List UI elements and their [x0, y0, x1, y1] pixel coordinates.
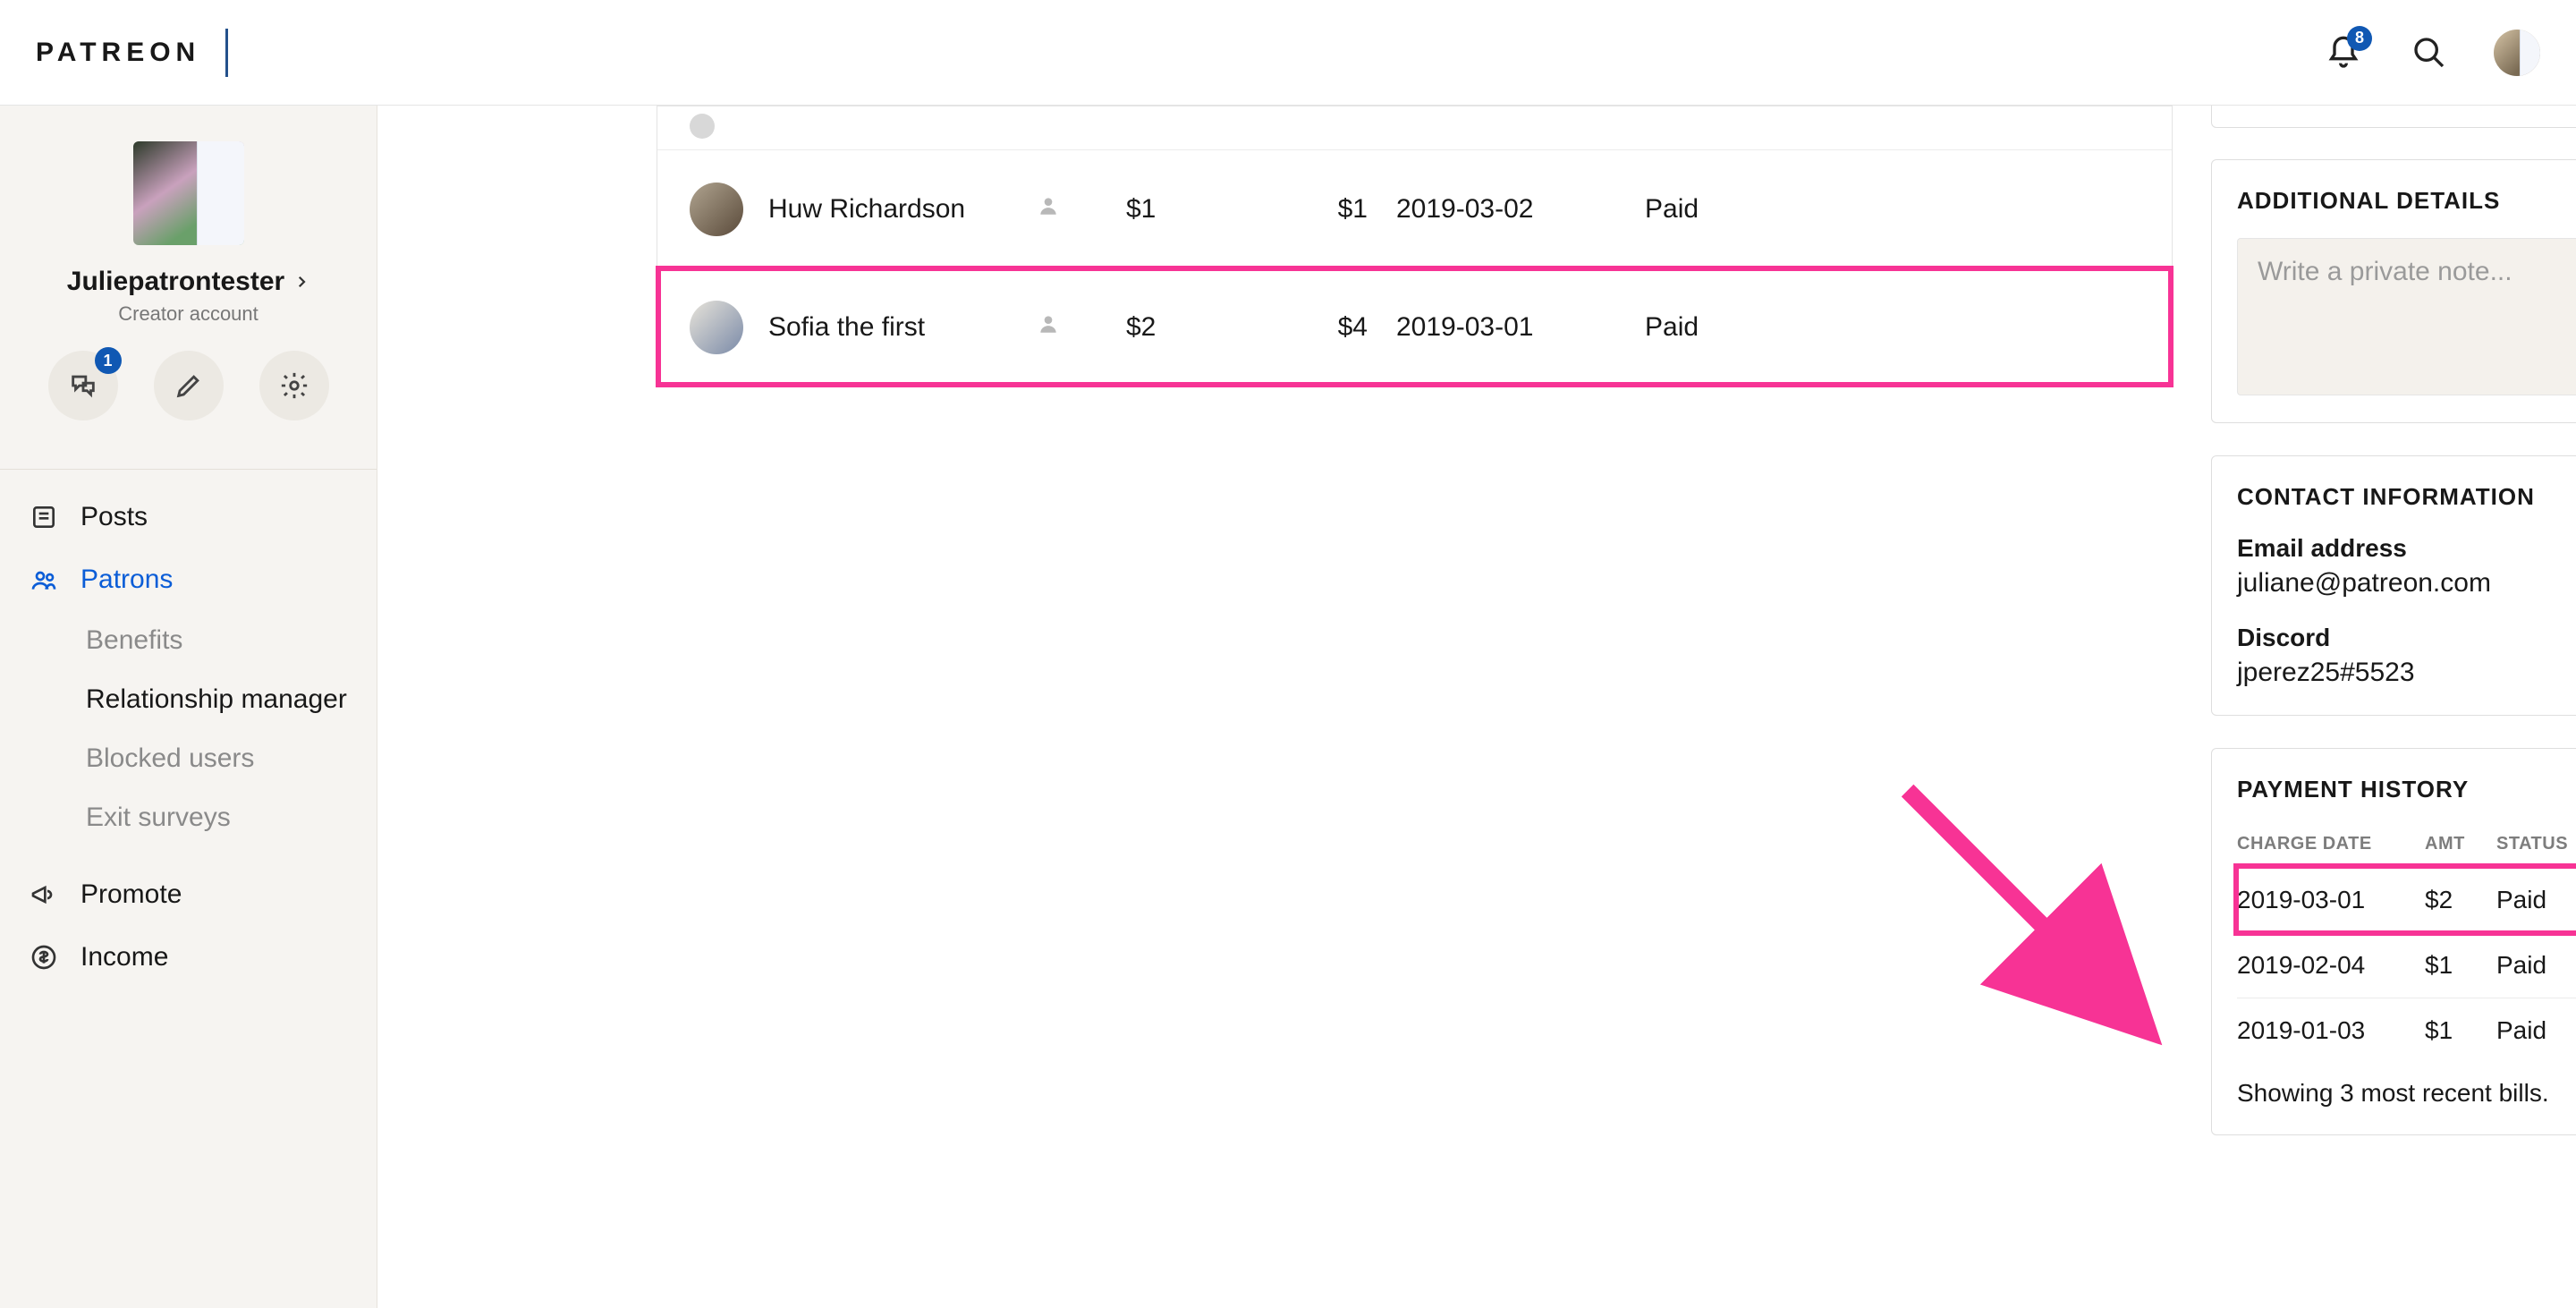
ph-date: 2019-03-01	[2237, 886, 2425, 914]
contact-discord-block: Discord COPY jperez25#5523	[2237, 624, 2576, 688]
patron-lifetime: $4	[1305, 312, 1368, 343]
payment-history-card: PAYMENT HISTORY CHARGE DATE AMT STATUS 2…	[2211, 748, 2576, 1135]
chevron-right-icon	[293, 274, 309, 290]
megaphone-icon	[29, 880, 59, 909]
profile-actions: 1	[48, 351, 329, 420]
details-panel: ADDITIONAL DETAILS Write a private note.…	[2211, 159, 2576, 1135]
settings-button[interactable]	[259, 351, 329, 420]
patron-table: Huw Richardson $1 $1 2019-03-02 Paid Sof…	[657, 106, 2173, 386]
edit-button[interactable]	[154, 351, 224, 420]
additional-details-title: ADDITIONAL DETAILS	[2237, 187, 2576, 215]
search-icon	[2411, 35, 2447, 71]
nav-exit-surveys[interactable]: Exit surveys	[0, 788, 377, 847]
patrons-icon	[29, 565, 59, 594]
private-note-input[interactable]: Write a private note...	[2237, 238, 2576, 395]
ph-amt: $2	[2425, 886, 2496, 914]
payment-history-footer: Showing 3 most recent bills.	[2237, 1063, 2576, 1108]
sidebar: Juliepatrontester Creator account 1 P	[0, 106, 377, 1308]
ph-status: Paid	[2496, 886, 2576, 914]
nav-promote-label: Promote	[80, 879, 182, 910]
nav-blocked-users[interactable]: Blocked users	[0, 729, 377, 788]
patron-name: Sofia the first	[768, 312, 1037, 343]
payment-row: 2019-03-01 $2 Paid REFUND	[2237, 867, 2576, 932]
brand[interactable]: PATREON	[36, 29, 228, 77]
patron-avatar	[690, 301, 743, 354]
chat-icon	[68, 370, 98, 401]
account-avatar[interactable]	[2494, 30, 2540, 76]
patron-pledge: $1	[1126, 194, 1305, 225]
ph-date: 2019-02-04	[2237, 951, 2425, 980]
private-note-placeholder: Write a private note...	[2258, 257, 2512, 286]
nav-promote[interactable]: Promote	[0, 863, 377, 926]
payment-history-header: CHARGE DATE AMT STATUS	[2237, 827, 2576, 867]
gear-icon	[279, 370, 309, 401]
ph-amt: $1	[2425, 1016, 2496, 1045]
nav-relationship-manager[interactable]: Relationship manager	[0, 670, 377, 729]
sidebar-profile: Juliepatrontester Creator account 1	[0, 141, 377, 442]
patron-lifetime: $1	[1305, 194, 1368, 225]
details-card-fragment	[2211, 106, 2576, 128]
person-icon	[1037, 194, 1126, 225]
chat-badge: 1	[95, 347, 122, 374]
ph-status: Paid	[2496, 951, 2576, 980]
ph-date: 2019-01-03	[2237, 1016, 2425, 1045]
person-icon	[1037, 312, 1126, 343]
table-row-selected[interactable]: Sofia the first $2 $4 2019-03-01 Paid	[657, 268, 2172, 386]
patron-pledge: $2	[1126, 312, 1305, 343]
discord-label: Discord	[2237, 624, 2330, 652]
topbar-right: 8	[2322, 30, 2540, 76]
patron-avatar	[690, 114, 715, 139]
sidebar-separator	[0, 469, 377, 470]
search-button[interactable]	[2408, 31, 2451, 74]
notifications-badge: 8	[2347, 26, 2372, 51]
contact-info-card: CONTACT INFORMATION Email address COPY j…	[2211, 455, 2576, 716]
ph-amt: $1	[2425, 951, 2496, 980]
brand-word: PATREON	[36, 38, 200, 68]
payment-row: 2019-02-04 $1 Paid REFUND	[2237, 932, 2576, 998]
annotation-arrow	[1885, 768, 2171, 1054]
patron-status: Paid	[1645, 194, 1699, 225]
payment-row: 2019-01-03 $1 Paid REFUND	[2237, 998, 2576, 1063]
email-value: juliane@patreon.com	[2237, 568, 2576, 599]
nav-income-label: Income	[80, 942, 168, 973]
posts-icon	[29, 503, 59, 531]
patron-status: Paid	[1645, 312, 1699, 343]
main: Huw Richardson $1 $1 2019-03-02 Paid Sof…	[377, 106, 2576, 1308]
ph-status: Paid	[2496, 1016, 2576, 1045]
discord-value: jperez25#5523	[2237, 658, 2576, 688]
patron-avatar	[690, 183, 743, 236]
topbar: PATREON 8	[0, 0, 2576, 106]
nav-income[interactable]: Income	[0, 926, 377, 989]
creator-thumbnail[interactable]	[133, 141, 244, 245]
additional-details-card: ADDITIONAL DETAILS Write a private note.…	[2211, 159, 2576, 423]
patron-name: Huw Richardson	[768, 194, 1037, 225]
nav-posts[interactable]: Posts	[0, 486, 377, 548]
nav-posts-label: Posts	[80, 502, 148, 532]
table-row-fragment[interactable]	[657, 106, 2172, 149]
patron-date: 2019-03-01	[1396, 312, 1602, 343]
dollar-icon	[29, 943, 59, 972]
ph-col-amt: AMT	[2425, 834, 2496, 854]
contact-email-block: Email address COPY juliane@patreon.com	[2237, 534, 2576, 599]
nav-patrons[interactable]: Patrons	[0, 548, 377, 611]
nav-patrons-label: Patrons	[80, 565, 173, 595]
email-label: Email address	[2237, 534, 2407, 563]
brand-divider	[225, 29, 228, 77]
creator-name-button[interactable]: Juliepatrontester	[67, 267, 309, 297]
table-row[interactable]: Huw Richardson $1 $1 2019-03-02 Paid	[657, 149, 2172, 268]
payment-history-title: PAYMENT HISTORY	[2237, 776, 2576, 803]
creator-subtitle: Creator account	[118, 302, 258, 326]
nav-benefits[interactable]: Benefits	[0, 611, 377, 670]
ph-col-status: STATUS	[2496, 834, 2576, 854]
ph-col-date: CHARGE DATE	[2237, 834, 2425, 854]
contact-info-title: CONTACT INFORMATION	[2237, 483, 2576, 511]
creator-name: Juliepatrontester	[67, 267, 284, 297]
patron-date: 2019-03-02	[1396, 194, 1602, 225]
chat-button[interactable]: 1	[48, 351, 118, 420]
pencil-icon	[174, 370, 204, 401]
notifications-button[interactable]: 8	[2322, 31, 2365, 74]
